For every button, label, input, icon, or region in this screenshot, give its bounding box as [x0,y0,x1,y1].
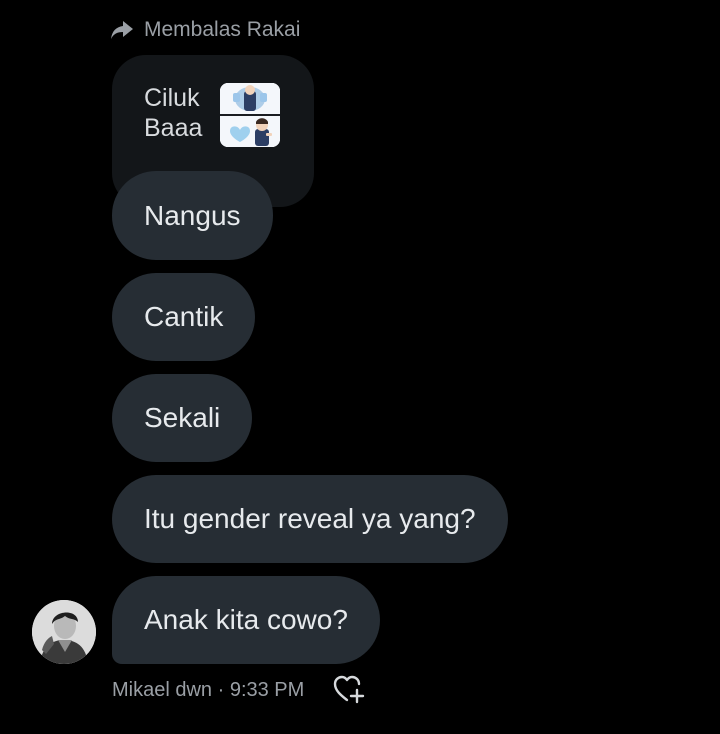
message-meta: Mikael dwn · 9:33 PM [112,676,304,704]
heart-plus-icon [332,675,366,708]
message-text: Itu gender reveal ya yang? [144,503,476,534]
message-text: Nangus [144,199,241,231]
sticker-thumbnail[interactable] [220,83,280,147]
meta-separator: · [212,678,230,701]
sender-name[interactable]: Mikael dwn [112,679,212,702]
message-time: 9:33 PM [229,678,305,701]
message-bubble[interactable]: Cantik [112,273,256,361]
sticker-thumbnail-bottom [220,116,280,147]
reply-header[interactable]: Membalas Rakai [110,16,300,44]
add-reaction-button[interactable] [332,674,366,704]
message-bubble[interactable]: Sekali [112,374,253,462]
sticker-thumbnail-top [220,83,280,114]
message-text: Cantik [144,301,224,332]
message-text: Sekali [144,402,221,433]
message-bubble[interactable]: Anak kita cowo? [112,576,380,664]
message-bubble[interactable]: Nangus [112,171,273,260]
message-text: Anak kita cowo? [144,604,348,635]
reply-arrow-icon [110,19,134,41]
reply-header-label: Membalas Rakai [144,18,301,41]
avatar[interactable] [32,600,96,664]
message-bubble[interactable]: Itu gender reveal ya yang? [112,475,508,563]
quoted-message-text: Ciluk Baaa [144,84,203,142]
